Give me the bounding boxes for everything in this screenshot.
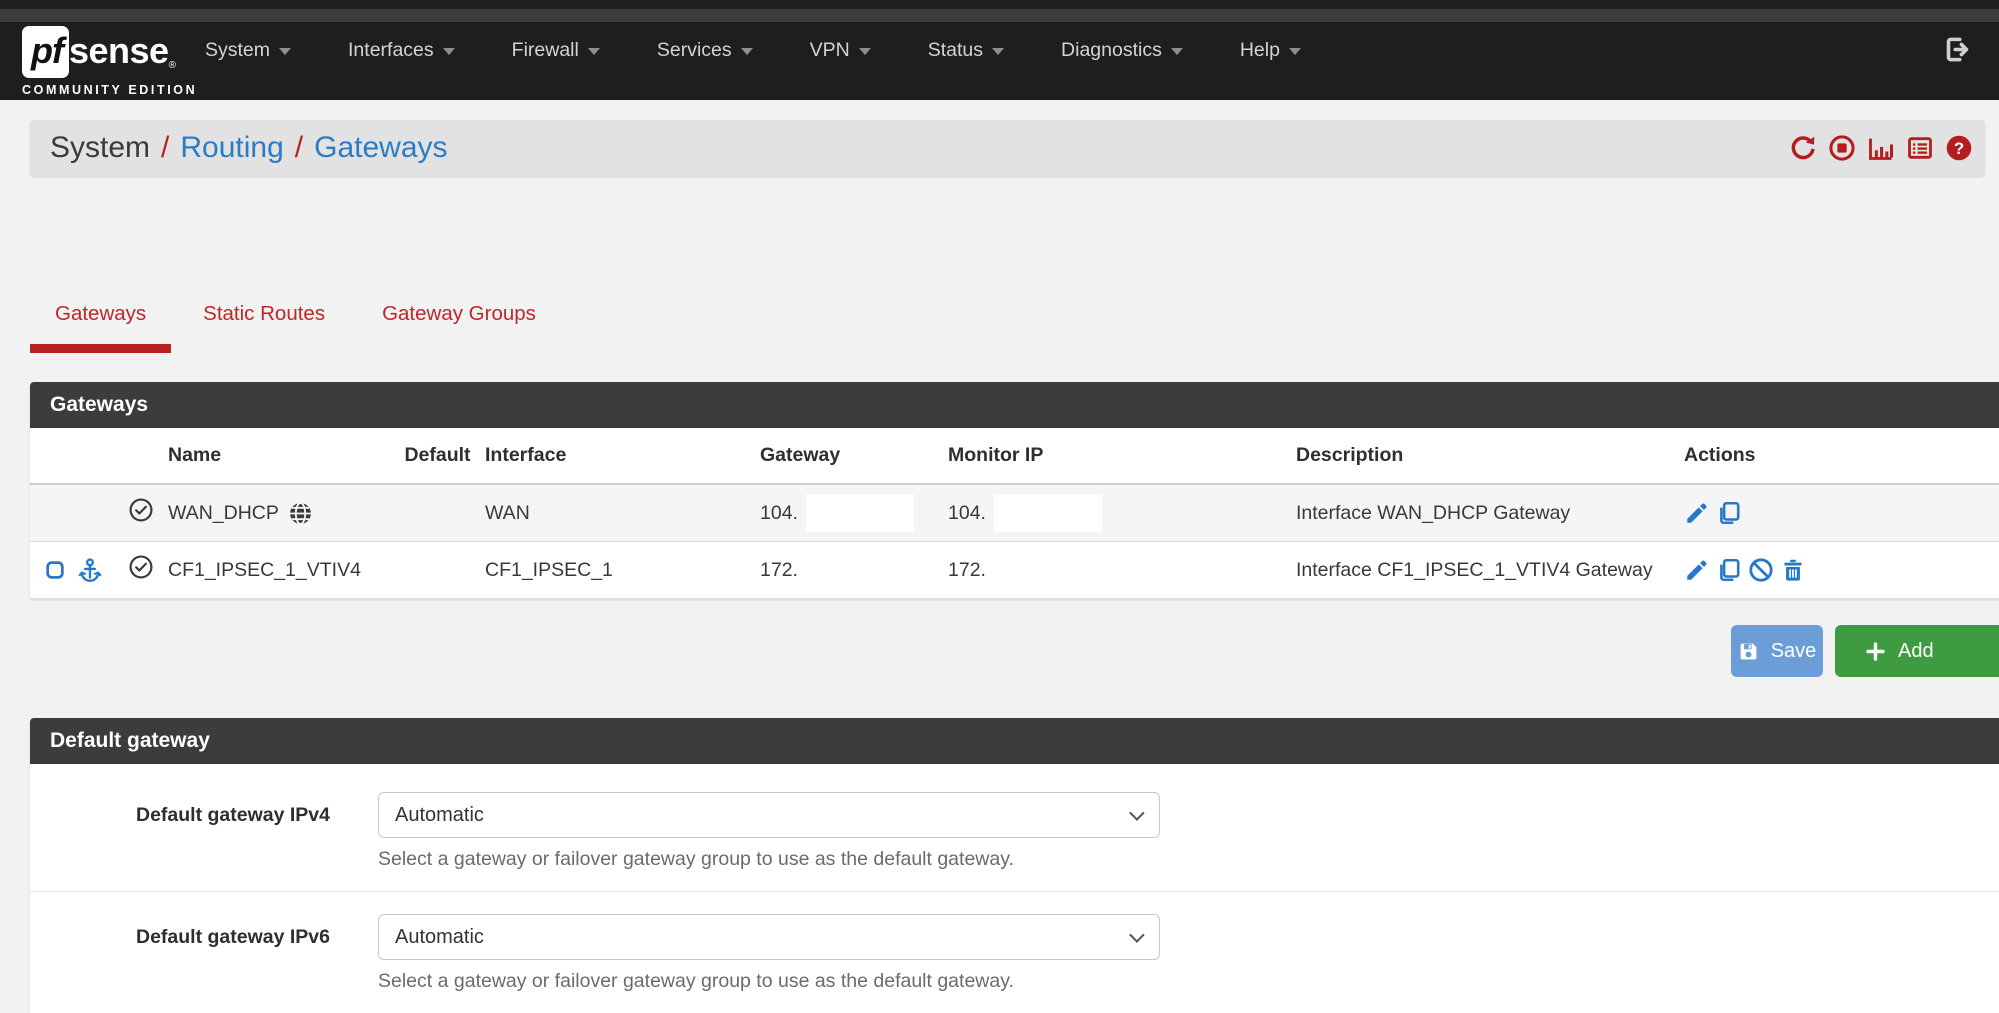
main-menu: System Interfaces Firewall Services VPN …: [205, 0, 1301, 100]
stop-circle-icon[interactable]: [1828, 134, 1856, 162]
log-icon[interactable]: [1906, 134, 1934, 162]
menu-status[interactable]: Status: [928, 39, 1004, 62]
gateway-description: Interface WAN_DHCP Gateway: [1296, 502, 1676, 525]
bar-chart-icon[interactable]: [1867, 134, 1895, 162]
gateways-panel-title: Gateways: [30, 382, 1999, 428]
col-name: Name: [164, 444, 390, 467]
table-row-cf1-ipsec: CF1_IPSEC_1_VTIV4 CF1_IPSEC_1 172. 172. …: [30, 542, 1999, 599]
menu-services[interactable]: Services: [657, 39, 753, 62]
top-navbar: pf sense ® COMMUNITY EDITION System Inte…: [0, 0, 1999, 100]
edit-icon[interactable]: [1684, 557, 1710, 583]
plus-icon: [1865, 641, 1886, 662]
col-actions: Actions: [1676, 444, 1999, 467]
gateway-interface: WAN: [485, 502, 760, 525]
breadcrumb-system: System: [50, 131, 150, 165]
add-button[interactable]: Add: [1835, 625, 1999, 677]
save-button-label: Save: [1771, 640, 1817, 663]
gateway-description: Interface CF1_IPSEC_1_VTIV4 Gateway: [1296, 559, 1676, 582]
edit-icon[interactable]: [1684, 500, 1710, 526]
form-row-ipv6: Default gateway IPv6 Automatic Select a …: [30, 892, 1999, 1013]
ban-icon[interactable]: [1748, 557, 1774, 583]
default-gateway-ipv4-select[interactable]: Automatic: [378, 792, 1160, 838]
menu-system[interactable]: System: [205, 39, 291, 62]
copy-icon[interactable]: [1716, 557, 1742, 583]
gateway-interface: CF1_IPSEC_1: [485, 559, 760, 582]
default-gateway-ipv6-select[interactable]: Automatic: [378, 914, 1160, 960]
copy-icon[interactable]: [1716, 500, 1742, 526]
svg-text:?: ?: [1954, 139, 1964, 158]
tab-static-routes[interactable]: Static Routes: [178, 288, 350, 353]
trash-icon[interactable]: [1780, 557, 1806, 583]
caret-down-icon: [741, 48, 753, 55]
anchor-icon[interactable]: [77, 557, 103, 583]
col-monitor-ip: Monitor IP: [948, 444, 1296, 467]
monitor-ip: 172.: [948, 559, 986, 582]
breadcrumb-routing-link[interactable]: Routing: [180, 131, 283, 165]
check-circle-icon: [128, 497, 154, 523]
globe-icon: [288, 501, 313, 526]
form-row-ipv4: Default gateway IPv4 Automatic Select a …: [30, 764, 1999, 891]
breadcrumb-bar: System / Routing / Gateways: [30, 120, 1985, 176]
caret-down-icon: [859, 48, 871, 55]
breadcrumb-gateways-link[interactable]: Gateways: [314, 131, 447, 165]
redaction-box: [994, 494, 1102, 532]
caret-down-icon: [443, 48, 455, 55]
chevron-down-icon: [1129, 805, 1145, 821]
ipv6-label: Default gateway IPv6: [30, 914, 330, 1013]
menu-interfaces[interactable]: Interfaces: [348, 39, 455, 62]
default-gateway-panel-title: Default gateway: [30, 718, 1999, 764]
gateway-name: WAN_DHCP: [168, 502, 279, 525]
breadcrumb-separator: /: [161, 131, 169, 165]
caret-down-icon: [1171, 48, 1183, 55]
col-description: Description: [1296, 444, 1676, 467]
tab-gateways[interactable]: Gateways: [30, 288, 171, 353]
menu-vpn[interactable]: VPN: [810, 39, 871, 62]
logo-sense: sense: [69, 33, 169, 69]
breadcrumb-separator: /: [295, 131, 303, 165]
col-gateway: Gateway: [760, 444, 948, 467]
sign-out-icon[interactable]: [1944, 36, 1971, 63]
save-button[interactable]: Save: [1731, 625, 1823, 677]
caret-down-icon: [992, 48, 1004, 55]
ipv4-selected-value: Automatic: [395, 804, 484, 827]
logo-registered-mark: ®: [169, 60, 176, 71]
check-circle-icon: [128, 554, 154, 580]
menu-firewall[interactable]: Firewall: [512, 39, 600, 62]
logo-edition: COMMUNITY EDITION: [22, 83, 197, 97]
gateway-name: CF1_IPSEC_1_VTIV4: [168, 559, 361, 582]
breadcrumb-actions: ?: [1789, 120, 1973, 176]
gateway-ip: 104.: [760, 502, 798, 525]
square-outline-icon[interactable]: [44, 559, 66, 581]
ipv4-help-text: Select a gateway or failover gateway gro…: [378, 848, 1160, 891]
redaction-box: [806, 494, 914, 532]
refresh-icon[interactable]: [1789, 134, 1817, 162]
pfsense-logo[interactable]: pf sense ® COMMUNITY EDITION: [22, 26, 197, 97]
caret-down-icon: [588, 48, 600, 55]
menu-diagnostics[interactable]: Diagnostics: [1061, 39, 1183, 62]
ipv6-selected-value: Automatic: [395, 926, 484, 949]
default-gateway-panel: Default gateway Default gateway IPv4 Aut…: [30, 718, 1999, 1013]
gateways-panel: Gateways Name Default Interface Gateway …: [30, 382, 1999, 599]
monitor-ip: 104.: [948, 502, 986, 525]
chevron-down-icon: [1129, 927, 1145, 943]
add-button-label: Add: [1898, 640, 1934, 663]
table-row-wan-dhcp: WAN_DHCP WAN 104. 104. Interface WAN_DHC…: [30, 485, 1999, 542]
menu-help[interactable]: Help: [1240, 39, 1301, 62]
caret-down-icon: [279, 48, 291, 55]
save-icon: [1738, 641, 1759, 662]
ipv4-label: Default gateway IPv4: [30, 792, 330, 891]
col-default: Default: [390, 444, 485, 467]
tab-gateway-groups[interactable]: Gateway Groups: [357, 288, 561, 353]
breadcrumb: System / Routing / Gateways: [30, 131, 448, 165]
gateways-table-header: Name Default Interface Gateway Monitor I…: [30, 428, 1999, 485]
gateway-ip: 172.: [760, 559, 798, 582]
ipv6-help-text: Select a gateway or failover gateway gro…: [378, 970, 1160, 1013]
routing-tabs: Gateways Static Routes Gateway Groups: [30, 288, 561, 353]
gateways-button-row: Save Add: [30, 625, 1999, 677]
help-icon[interactable]: ?: [1945, 134, 1973, 162]
caret-down-icon: [1289, 48, 1301, 55]
logo-pf: pf: [22, 26, 69, 78]
col-interface: Interface: [485, 444, 760, 467]
